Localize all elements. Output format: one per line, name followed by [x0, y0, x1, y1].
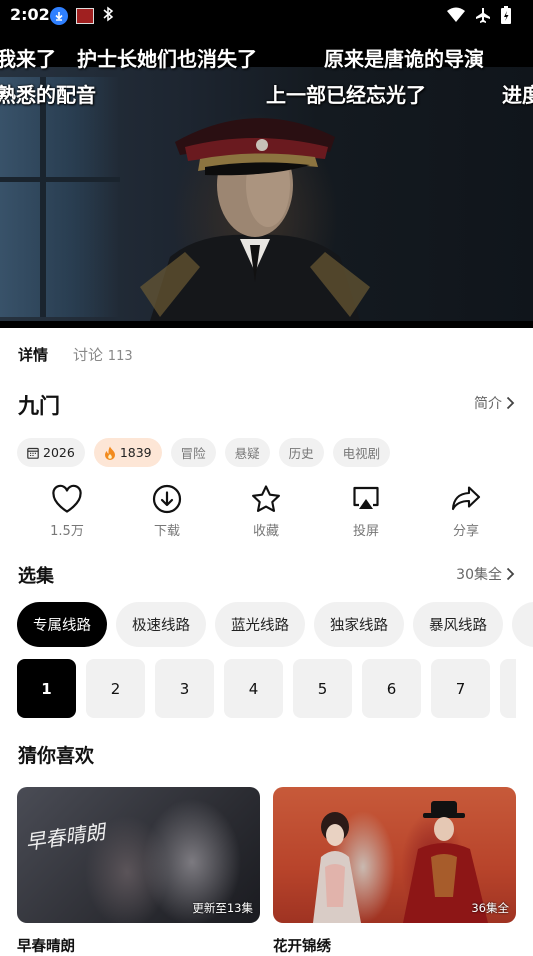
episode-list: 1 2 3 4 5 6 7 — [17, 659, 516, 719]
action-bar: 1.5万 下载 收藏 投屏 分享 — [0, 484, 533, 542]
star-icon — [252, 485, 280, 512]
tab-discussion[interactable]: 讨论 113 — [73, 344, 133, 365]
year-value: 2026 — [43, 445, 75, 460]
like-count: 1.5万 — [50, 524, 84, 539]
danmaku-comment: 上一部已经忘光了 — [266, 83, 426, 107]
genre-tag[interactable]: 冒险 — [170, 438, 216, 467]
year-tag: 2026 — [17, 438, 85, 467]
genre-tag[interactable]: 历史 — [278, 438, 324, 467]
source-line-option[interactable]: 暴风线路 — [413, 602, 503, 647]
share-button[interactable]: 分享 — [431, 484, 501, 539]
favorite-label: 收藏 — [252, 524, 279, 539]
flame-icon — [104, 446, 115, 460]
heart-icon — [52, 484, 82, 513]
recommend-cover: 36集全 — [273, 787, 516, 923]
chevron-right-icon — [506, 567, 515, 581]
recommend-cover: 早春晴朗 更新至13集 — [17, 787, 260, 923]
recommend-title: 猜你喜欢 — [18, 745, 95, 767]
danmaku-comment: 护士长她们也消失了 — [77, 47, 257, 71]
airplane-mode-icon — [475, 7, 491, 27]
calendar-icon — [27, 447, 39, 459]
tab-discussion-label: 讨论 — [73, 346, 104, 364]
source-line-option[interactable] — [512, 602, 533, 647]
like-button[interactable]: 1.5万 — [32, 484, 102, 539]
all-episodes-link[interactable]: 30集全 — [456, 564, 515, 584]
discussion-count: 113 — [107, 349, 133, 364]
source-line-option[interactable]: 独家线路 — [314, 602, 404, 647]
danmaku-comment: 原来是唐诡的导演 — [324, 47, 484, 71]
episode-button[interactable]: 5 — [293, 659, 352, 718]
episode-button[interactable]: 7 — [431, 659, 490, 718]
recommend-card[interactable]: 早春晴朗 更新至13集 早春晴朗 — [17, 787, 260, 956]
danmaku-comment: 我来了 — [0, 47, 56, 71]
source-line-option[interactable]: 专属线路 — [17, 602, 107, 647]
episode-button[interactable]: 4 — [224, 659, 283, 718]
tag-row: 2026 1839 冒险 悬疑 历史 电视剧 — [17, 438, 391, 467]
episodes-title: 选集 — [18, 566, 54, 587]
source-line-option[interactable]: 蓝光线路 — [215, 602, 305, 647]
source-line-option[interactable]: 极速线路 — [116, 602, 206, 647]
episode-button[interactable]: 3 — [155, 659, 214, 718]
genre-tag[interactable]: 电视剧 — [332, 438, 391, 467]
episode-badge: 36集全 — [471, 901, 509, 915]
download-label: 下载 — [153, 524, 180, 539]
download-notification-icon — [50, 7, 68, 25]
episode-button[interactable]: 1 — [17, 659, 76, 718]
recommend-card[interactable]: 36集全 花开锦绣 — [273, 787, 516, 956]
favorite-button[interactable]: 收藏 — [231, 484, 301, 539]
share-label: 分享 — [452, 524, 479, 539]
chevron-right-icon — [506, 396, 515, 410]
genre-tag[interactable]: 悬疑 — [224, 438, 270, 467]
intro-link[interactable]: 简介 — [474, 393, 515, 413]
status-time: 2:02 — [10, 5, 50, 24]
tab-details[interactable]: 详情 — [18, 344, 48, 365]
share-icon — [451, 486, 481, 511]
heat-value: 1839 — [119, 445, 152, 460]
danmaku-comment: 进度 — [502, 83, 533, 107]
status-bar: 2:02 — [0, 0, 533, 30]
detail-tabs: 详情 讨论 113 — [0, 340, 533, 370]
heat-tag: 1839 — [93, 438, 162, 467]
wifi-icon — [447, 7, 465, 27]
total-episodes-label: 30集全 — [456, 567, 502, 583]
show-title: 九门 — [18, 394, 60, 418]
danmaku-comment: 熟悉的配音 — [0, 83, 96, 107]
episode-button[interactable]: 2 — [86, 659, 145, 718]
cover-title-art: 早春晴朗 — [23, 819, 107, 855]
recommend-title-text: 早春晴朗 — [17, 939, 75, 955]
download-button[interactable]: 下载 — [132, 484, 202, 539]
source-line-list: 专属线路 极速线路 蓝光线路 独家线路 暴风线路 — [17, 602, 533, 648]
cast-button[interactable]: 投屏 — [331, 484, 401, 539]
cast-icon — [353, 486, 379, 509]
bluetooth-icon — [102, 6, 114, 26]
episode-button[interactable]: 6 — [362, 659, 421, 718]
recommend-title-text: 花开锦绣 — [273, 939, 331, 955]
episode-button[interactable] — [500, 659, 516, 718]
battery-charging-icon — [501, 6, 511, 28]
cast-label: 投屏 — [352, 524, 379, 539]
episode-badge: 更新至13集 — [192, 901, 253, 915]
app-notification-icon — [76, 8, 94, 24]
recommend-list: 早春晴朗 更新至13集 早春晴朗 36集全 花开锦绣 — [17, 787, 516, 956]
intro-label: 简介 — [474, 396, 502, 412]
download-icon — [152, 484, 182, 514]
video-player[interactable]: 我来了 护士长她们也消失了 原来是唐诡的导演 熟悉的配音 上一部已经忘光了 进度 — [0, 30, 533, 328]
